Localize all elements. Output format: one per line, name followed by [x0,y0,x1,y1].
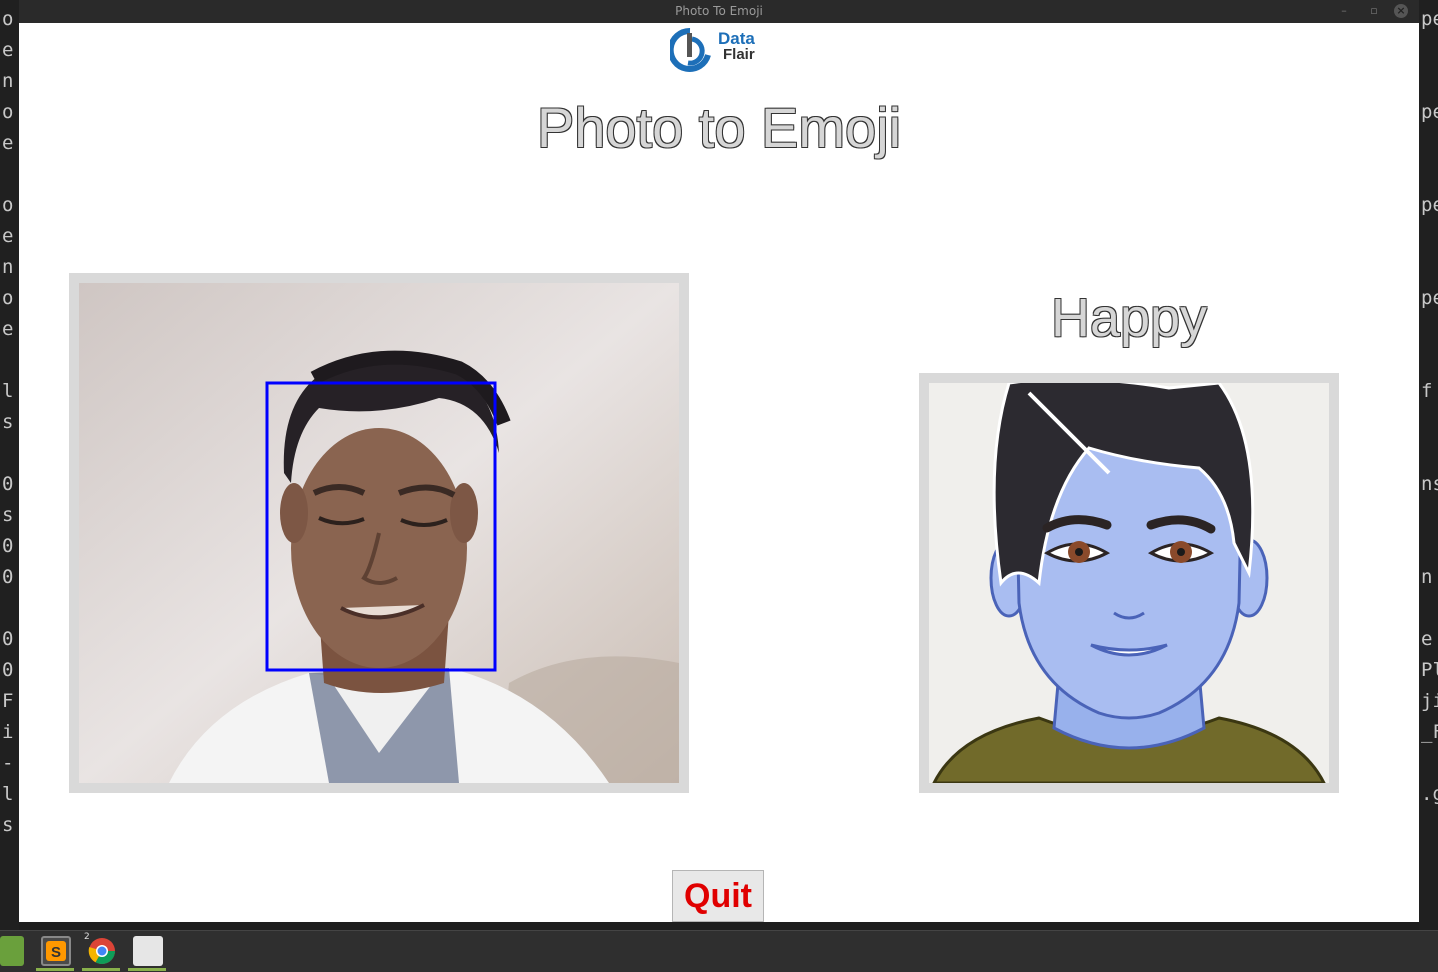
camera-frame [79,283,679,783]
sublime-text-icon[interactable]: S [41,936,71,966]
terminal-text-fragment: n [2,256,14,278]
terminal-text-fragment: s [2,504,14,526]
terminal-text-fragment: l [2,380,14,402]
page-title: Photo to Emoji [536,96,902,159]
terminal-text-fragment: pe [1421,194,1438,216]
terminal-text-fragment: i [2,721,14,743]
terminal-text-fragment: o [2,194,14,216]
chrome-icon[interactable] [87,936,117,966]
quit-button[interactable]: Quit [672,870,764,922]
terminal-text-fragment: 0 [2,473,14,495]
window-titlebar[interactable]: Photo To Emoji – ▫ × [19,0,1419,23]
terminal-text-fragment: _F [1421,721,1438,743]
background-terminal-right: pe pe pe pe f ns n e Pl ji _F .g [1419,0,1438,930]
maximize-icon[interactable]: ▫ [1367,4,1381,18]
terminal-text-fragment: Pl [1421,659,1438,681]
terminal-text-fragment: ns [1421,473,1438,495]
window-title: Photo To Emoji [675,4,763,18]
terminal-text-fragment: 0 [2,628,14,650]
terminal-text-fragment: n [2,70,14,92]
terminal-text-fragment: 0 [2,659,14,681]
emotion-label: Happy [1050,288,1208,348]
terminal-text-fragment: o [2,8,14,30]
app-window: Data Flair Photo to Emoji Happy Quit [19,23,1419,922]
terminal-text-fragment: e [2,132,14,154]
terminal-text-fragment: s [2,411,14,433]
terminal-text-fragment: 0 [2,535,14,557]
emoji-panel [919,373,1339,793]
terminal-text-fragment: e [1421,628,1433,650]
dataflair-logo: Data Flair [667,27,770,73]
terminal-text-fragment: e [2,39,14,61]
close-icon[interactable]: × [1394,4,1408,18]
terminal-text-fragment: o [2,101,14,123]
minimize-icon[interactable]: – [1337,4,1351,18]
files-icon[interactable] [0,936,24,966]
logo-line2: Flair [723,46,755,63]
taskbar: S 2 [0,930,1438,972]
terminal-text-fragment: pe [1421,101,1438,123]
svg-text:S: S [51,944,61,961]
terminal-text-fragment: 0 [2,566,14,588]
chrome-window-count: 2 [84,932,90,942]
terminal-text-fragment: - [2,752,14,774]
terminal-text-fragment: e [2,318,14,340]
terminal-text-fragment: ji [1421,690,1438,712]
background-terminal-left: oenoeoenoels0s0000Fi-ls [0,0,19,930]
camera-panel [69,273,689,793]
terminal-text-fragment: F [2,690,14,712]
terminal-text-fragment: pe [1421,8,1438,30]
happy-avatar-image [929,383,1329,783]
terminal-text-fragment: e [2,225,14,247]
dataflair-logo-icon [667,27,711,72]
terminal-text-fragment: n [1421,566,1433,588]
terminal-text-fragment: s [2,814,14,836]
python-window-icon[interactable] [133,936,163,966]
terminal-text-fragment: .g [1421,783,1438,805]
terminal-text-fragment: l [2,783,14,805]
terminal-text-fragment: o [2,287,14,309]
terminal-text-fragment: pe [1421,287,1438,309]
terminal-text-fragment: f [1421,380,1433,402]
